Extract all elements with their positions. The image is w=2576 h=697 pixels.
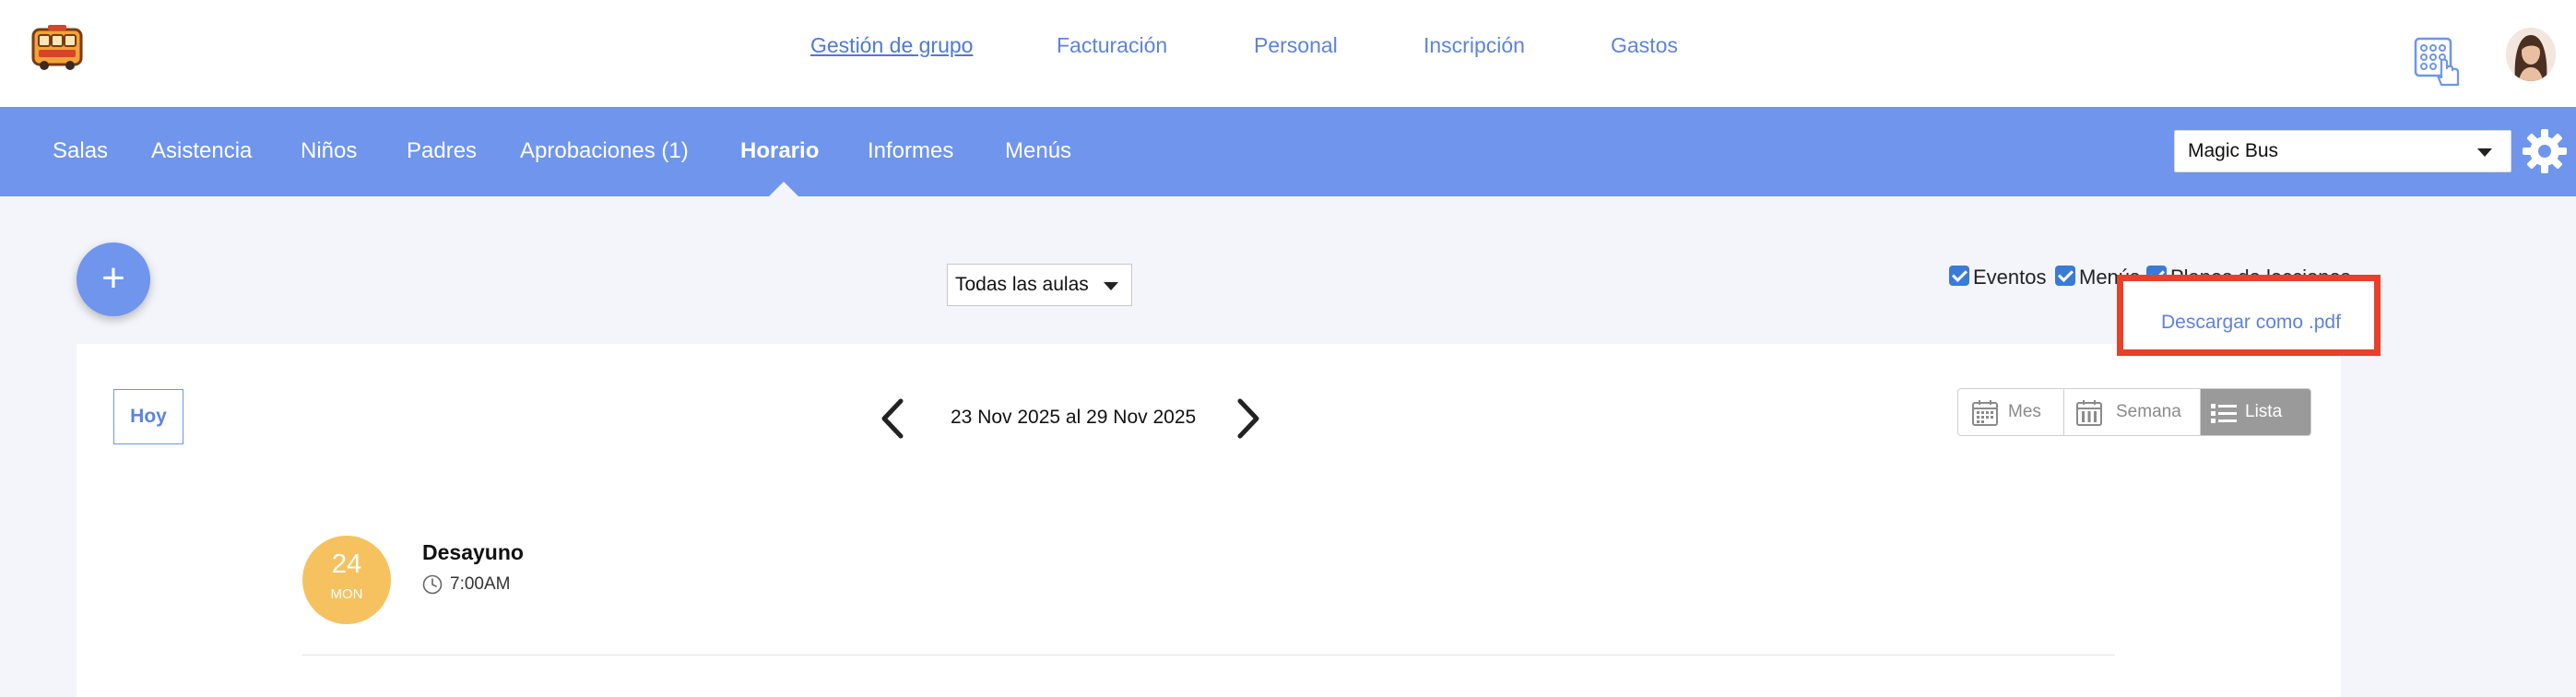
school-select-value: Magic Bus bbox=[2188, 140, 2279, 161]
section-navigation: Salas Asistencia Niños Padres Aprobacion… bbox=[0, 107, 2028, 196]
event-date-badge: 24 MON bbox=[302, 536, 391, 624]
view-week-button[interactable]: Semana bbox=[2064, 389, 2201, 435]
nav-tab-aprobaciones[interactable]: Aprobaciones (1) bbox=[520, 136, 689, 166]
top-nav-inscripcion[interactable]: Inscripción bbox=[1424, 31, 1525, 59]
nav-tab-horario[interactable]: Horario bbox=[740, 136, 819, 166]
keypad-icon[interactable] bbox=[2414, 37, 2462, 89]
top-nav-gastos[interactable]: Gastos bbox=[1611, 31, 1678, 59]
nav-tab-padres[interactable]: Padres bbox=[407, 136, 477, 166]
list-icon bbox=[2211, 404, 2237, 423]
event-day: 24 bbox=[331, 549, 362, 579]
view-month-button[interactable]: Mes bbox=[1958, 389, 2064, 435]
view-week-label: Semana bbox=[2116, 402, 2181, 421]
top-navigation: Gestión de grupo Facturación Personal In… bbox=[0, 31, 2576, 68]
nav-tab-informes[interactable]: Informes bbox=[868, 136, 953, 166]
nav-tab-salas[interactable]: Salas bbox=[53, 136, 108, 166]
next-week-button[interactable] bbox=[1235, 397, 1262, 440]
list-item[interactable]: 24 MON Desayuno 7:00AM bbox=[302, 536, 2115, 656]
section-navigation-bar: Salas Asistencia Niños Padres Aprobacion… bbox=[0, 107, 2576, 196]
nav-tab-ninos[interactable]: Niños bbox=[301, 136, 357, 166]
top-bar: Gestión de grupo Facturación Personal In… bbox=[0, 0, 2576, 107]
today-button[interactable]: Hoy bbox=[113, 389, 183, 444]
nav-tab-menus[interactable]: Menús bbox=[1005, 136, 1071, 166]
chevron-down-icon bbox=[2477, 148, 2492, 157]
top-nav-gestion-de-grupo[interactable]: Gestión de grupo bbox=[810, 31, 973, 59]
nav-tab-asistencia[interactable]: Asistencia bbox=[151, 136, 252, 166]
gear-icon[interactable] bbox=[2521, 127, 2569, 175]
user-avatar[interactable] bbox=[2506, 28, 2556, 81]
top-nav-facturacion[interactable]: Facturación bbox=[1057, 31, 1167, 59]
calendar-view-switch: Mes Semana Lista bbox=[1957, 388, 2311, 436]
calendar-month-icon bbox=[1972, 400, 1998, 426]
clock-icon bbox=[422, 574, 443, 595]
calendar-panel: Hoy 23 Nov 2025 al 29 Nov 2025 Mes Seman… bbox=[77, 344, 2341, 697]
download-pdf-menu: Descargar como .pdf bbox=[2117, 275, 2381, 356]
active-tab-indicator bbox=[769, 182, 798, 196]
view-list-label: Lista bbox=[2245, 402, 2283, 421]
add-event-button[interactable]: + bbox=[77, 242, 150, 316]
checkbox-menus[interactable] bbox=[2055, 266, 2075, 286]
calendar-week-icon bbox=[2076, 400, 2102, 426]
previous-week-button[interactable] bbox=[879, 397, 906, 440]
view-month-label: Mes bbox=[2008, 402, 2041, 421]
view-list-button[interactable]: Lista bbox=[2201, 389, 2310, 435]
classroom-filter-value: Todas las aulas bbox=[955, 274, 1089, 295]
event-time: 7:00AM bbox=[450, 574, 511, 594]
event-title: Desayuno bbox=[422, 540, 524, 564]
chevron-down-icon bbox=[1104, 282, 1118, 290]
checkbox-eventos[interactable] bbox=[1949, 266, 1969, 286]
top-nav-personal[interactable]: Personal bbox=[1254, 31, 1338, 59]
checkbox-eventos-label: Eventos bbox=[1973, 266, 2047, 289]
event-weekday: MON bbox=[330, 586, 363, 602]
date-range-label: 23 Nov 2025 al 29 Nov 2025 bbox=[951, 407, 1197, 428]
school-select[interactable]: Magic Bus bbox=[2174, 130, 2511, 172]
download-pdf-link[interactable]: Descargar como .pdf bbox=[2161, 311, 2341, 335]
classroom-filter-select[interactable]: Todas las aulas bbox=[947, 264, 1132, 306]
